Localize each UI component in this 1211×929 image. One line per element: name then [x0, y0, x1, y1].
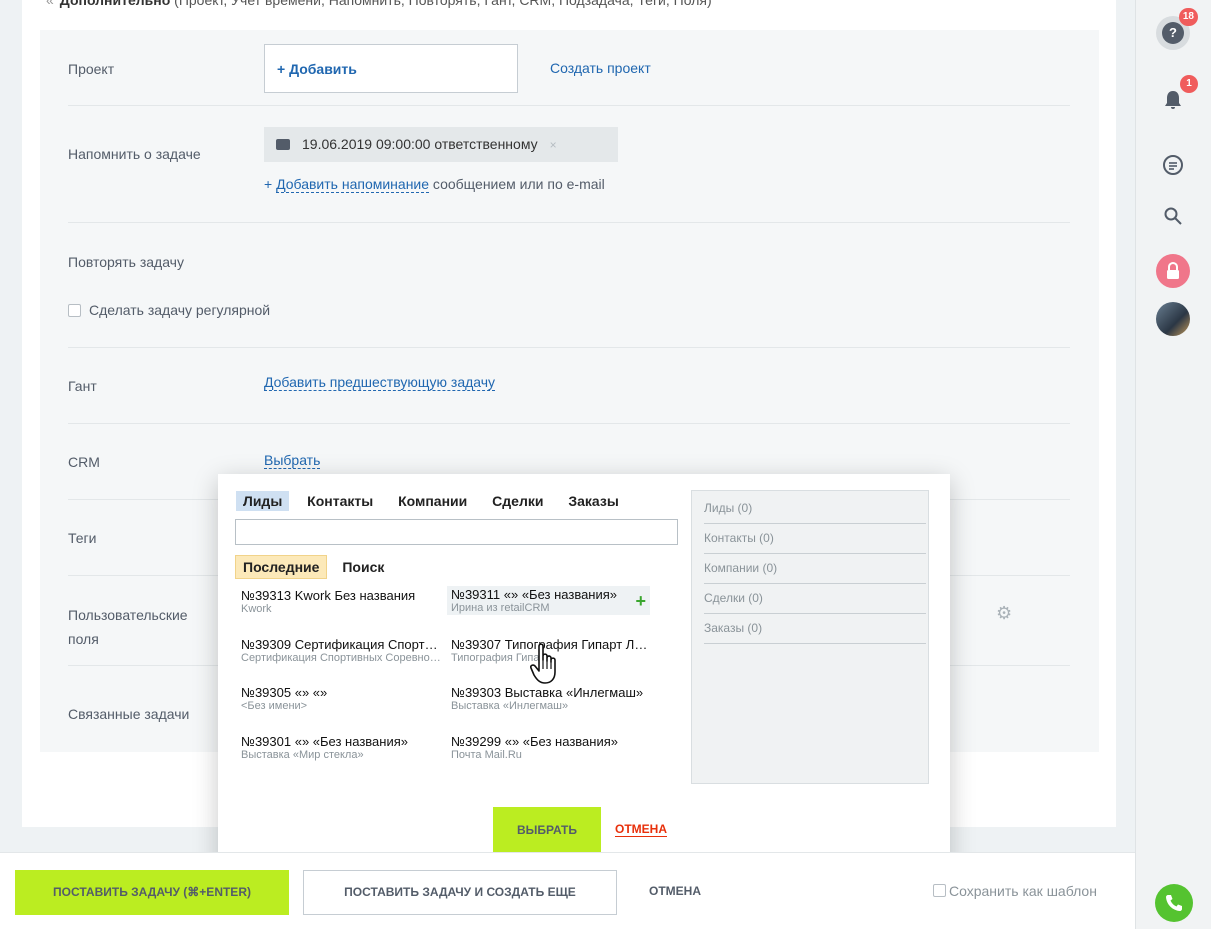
help-icon[interactable]: ? 18 [1156, 8, 1198, 50]
summary-deals: Сделки (0) [704, 584, 926, 614]
list-item-title: №39309 Сертификация Спортивных соревнова… [241, 637, 441, 652]
tab-contacts[interactable]: Контакты [300, 491, 380, 511]
notifications-badge: 1 [1180, 75, 1198, 93]
list-item-title: №39305 «» «» [241, 685, 328, 700]
section-header[interactable]: « Дополнительно (Проект, Учет времени, На… [46, 0, 712, 8]
add-reminder-suffix: сообщением или по e-mail [432, 176, 605, 192]
add-predecessor-wrap: Добавить предшествующую задачу [264, 374, 496, 391]
list-item[interactable]: №39305 «» «» <Без имени> [241, 685, 449, 712]
select-button[interactable]: ВЫБРАТЬ [493, 807, 601, 853]
crm-selector-popup: Лиды Контакты Компании Сделки Заказы Пос… [218, 474, 950, 876]
reminder-chip: 19.06.2019 09:00:00 ответственному × [264, 127, 618, 162]
summary-orders: Заказы (0) [704, 614, 926, 644]
gantt-row: Гант Добавить предшествующую задачу [68, 348, 1070, 424]
popup-cancel-button[interactable]: ОТМЕНА [615, 822, 667, 837]
remind-label: Напомнить о задаче [68, 146, 201, 162]
question-mark-icon: ? [1162, 22, 1184, 44]
submit-and-new-button[interactable]: ПОСТАВИТЬ ЗАДАЧУ И СОЗДАТЬ ЕЩЕ [303, 870, 617, 915]
add-icon[interactable]: + [635, 592, 646, 610]
chat-icon[interactable] [1156, 148, 1190, 182]
crm-subtabs: Последние Поиск [235, 555, 395, 579]
list-item[interactable]: №39309 Сертификация Спортивных соревнова… [241, 637, 441, 664]
list-item[interactable]: №39299 «» «Без названия» Почта Mail.Ru [451, 734, 651, 761]
custom-fields-label: Пользовательские поля [68, 607, 188, 647]
list-item[interactable]: №39313 Kwork Без названия Kwork [241, 588, 449, 615]
collapse-arrow-icon[interactable]: « [46, 0, 54, 8]
list-item[interactable]: №39301 «» «Без названия» Выставка «Мир с… [241, 734, 449, 761]
summary-contacts: Контакты (0) [704, 524, 926, 554]
list-item-title: №39299 «» «Без названия» [451, 734, 618, 749]
crm-tabs: Лиды Контакты Компании Сделки Заказы [236, 491, 633, 511]
list-item-title: №39301 «» «Без названия» [241, 734, 408, 749]
repeat-row: Повторять задачу Сделать задачу регулярн… [68, 223, 1070, 348]
avatar[interactable] [1156, 302, 1190, 336]
add-reminder: + Добавить напоминание сообщением или по… [264, 176, 605, 193]
lock-icon[interactable] [1156, 254, 1190, 288]
add-reminder-link[interactable]: Добавить напоминание [276, 176, 430, 193]
cancel-button[interactable]: ОТМЕНА [649, 884, 701, 898]
list-item-subtitle: Ирина из retailCRM [451, 602, 550, 614]
tab-leads[interactable]: Лиды [236, 491, 290, 511]
save-template-checkbox[interactable] [933, 884, 946, 897]
hand-cursor-icon [530, 642, 560, 689]
form-footer: ПОСТАВИТЬ ЗАДАЧУ (⌘+ENTER) ПОСТАВИТЬ ЗАД… [0, 852, 1135, 929]
tab-deals[interactable]: Сделки [485, 491, 550, 511]
summary-leads: Лиды (0) [704, 494, 926, 524]
crm-search-input[interactable] [235, 519, 678, 545]
tab-companies[interactable]: Компании [391, 491, 474, 511]
right-sidebar: ? 18 1 [1135, 0, 1211, 929]
subtab-search[interactable]: Поиск [335, 556, 391, 578]
summary-companies: Компании (0) [704, 554, 926, 584]
gantt-label: Гант [68, 378, 97, 394]
list-item[interactable]: №39303 Выставка «Инлегмаш» Выставка «Инл… [451, 685, 651, 712]
reminder-chip-text: 19.06.2019 09:00:00 ответственному [302, 136, 538, 152]
message-icon [276, 139, 290, 150]
tags-label: Теги [68, 530, 97, 546]
list-item-subtitle: Kwork [241, 603, 272, 615]
submit-task-button[interactable]: ПОСТАВИТЬ ЗАДАЧУ (⌘+ENTER) [15, 870, 289, 915]
selected-summary-panel: Лиды (0) Контакты (0) Компании (0) Сделк… [691, 490, 929, 784]
repeat-checkbox-row[interactable]: Сделать задачу регулярной [68, 298, 270, 322]
list-item-subtitle: Сертификация Спортивных Соревнований [241, 652, 441, 664]
save-template-row[interactable]: Сохранить как шаблон [933, 883, 1097, 899]
section-title: Дополнительно [59, 0, 171, 8]
list-item-title: №39311 «» «Без названия» [451, 587, 618, 602]
bell-icon[interactable]: 1 [1156, 75, 1198, 117]
remind-row: Напомнить о задаче 19.06.2019 09:00:00 о… [68, 30, 1070, 223]
crm-label: CRM [68, 454, 100, 470]
repeat-checkbox-label: Сделать задачу регулярной [89, 302, 271, 318]
gear-icon[interactable]: ⚙ [996, 604, 1014, 622]
add-predecessor-link[interactable]: Добавить предшествующую задачу [264, 374, 496, 391]
save-template-label: Сохранить как шаблон [949, 883, 1097, 899]
tab-orders[interactable]: Заказы [561, 491, 625, 511]
add-reminder-plus: + [264, 176, 273, 192]
crm-select-link[interactable]: Выбрать [264, 452, 321, 469]
search-icon[interactable] [1156, 199, 1190, 233]
crm-select-wrap: Выбрать [264, 452, 321, 469]
repeat-label: Повторять задачу [68, 254, 184, 270]
list-item[interactable]: №39311 «» «Без названия» Ирина из retail… [447, 586, 650, 615]
related-label: Связанные задачи [68, 706, 190, 722]
list-item-subtitle: <Без имени> [241, 700, 308, 712]
list-item-subtitle: Выставка «Инлегмаш» [451, 700, 569, 712]
section-hint: (Проект, Учет времени, Напомнить, Повтор… [174, 0, 712, 8]
phone-icon[interactable] [1155, 884, 1193, 922]
help-badge: 18 [1178, 8, 1198, 26]
list-item-title: №39313 Kwork Без названия [241, 588, 416, 603]
list-item-subtitle: Почта Mail.Ru [451, 749, 522, 761]
list-item-subtitle: Выставка «Мир стекла» [241, 749, 364, 761]
subtab-recent[interactable]: Последние [235, 555, 328, 579]
repeat-checkbox[interactable] [68, 304, 81, 317]
close-icon[interactable]: × [550, 138, 557, 152]
